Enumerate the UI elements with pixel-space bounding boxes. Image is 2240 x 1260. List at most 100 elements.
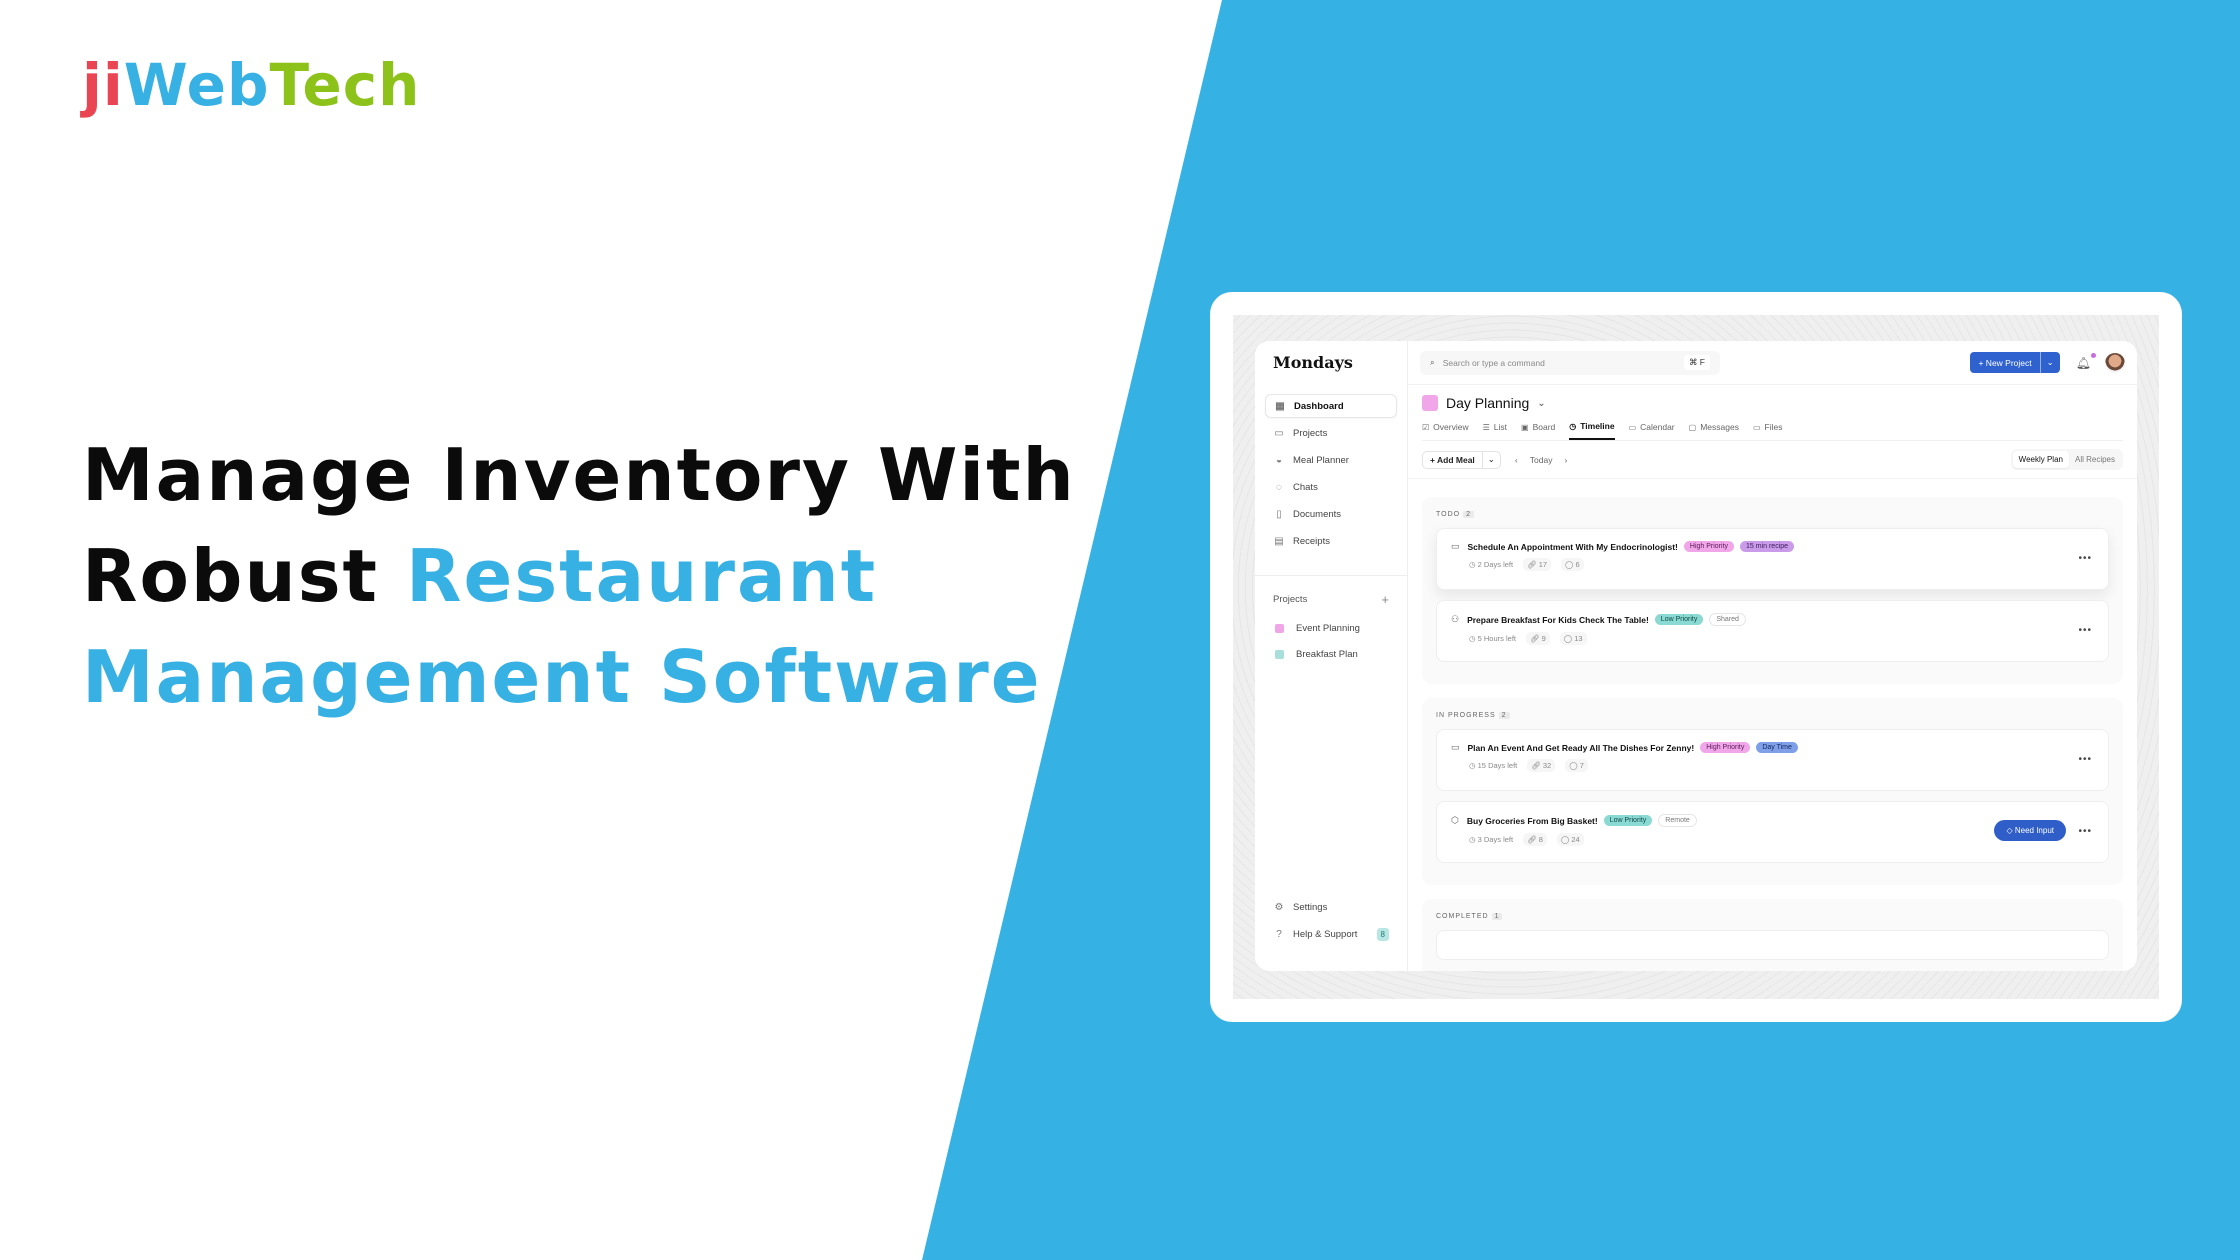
task-groups: TODO 2 ▭ Schedule An Appointment With My En…	[1408, 479, 2137, 971]
project-item[interactable]: Event Planning	[1265, 615, 1397, 641]
more-options-icon[interactable]: •••	[2078, 553, 2092, 564]
tab-label: List	[1493, 422, 1508, 432]
jiwebtech-logo: jiWebTech	[82, 56, 420, 114]
task-header: ▭ Plan An Event And Get Ready All The Dis…	[1451, 742, 2094, 753]
page-title-text: Day Planning	[1446, 395, 1530, 411]
all-recipes-toggle[interactable]: All Recipes	[2069, 451, 2121, 468]
project-item[interactable]: Breakfast Plan	[1265, 641, 1397, 667]
bell-icon[interactable]: 🔔︎	[2076, 352, 2096, 370]
logo-part-ji: ji	[82, 51, 124, 119]
task-card[interactable]: ▭ Schedule An Appointment With My Endocri…	[1436, 528, 2109, 590]
sidebar-item-meal-planner[interactable]: ◒ Meal Planner	[1265, 448, 1397, 472]
search-icon: ⌕	[1430, 357, 1435, 367]
page-header: Day Planning ⌄ ☑ Overview ☰ List ▣ Board ◷ Time…	[1408, 385, 2137, 441]
add-project-icon[interactable]: +	[1381, 592, 1389, 607]
sidebar-item-projects[interactable]: ▭ Projects	[1265, 421, 1397, 445]
tag-outline: Shared	[1709, 613, 1746, 626]
comments-count: ◯ 24	[1556, 833, 1584, 846]
search-input[interactable]: ⌕ Search or type a command ⌘ F	[1420, 350, 1720, 375]
sidebar-item-documents[interactable]: ▯ Documents	[1265, 502, 1397, 526]
more-options-icon[interactable]: •••	[2078, 754, 2092, 765]
receipt-icon: ▤	[1274, 535, 1284, 547]
new-project-button[interactable]: + New Project ⌄	[1970, 352, 2060, 373]
tab-calendar[interactable]: ▭ Calendar	[1629, 421, 1675, 440]
sidebar-item-receipts[interactable]: ▤ Receipts	[1265, 529, 1397, 553]
attachments-count: 🔗︎ 9	[1526, 632, 1550, 645]
add-meal-button[interactable]: + Add Meal ⌄	[1422, 450, 1501, 469]
due-text: 5 Hours left	[1477, 634, 1516, 643]
chevron-down-icon[interactable]: ⌄	[1483, 454, 1500, 465]
today-button[interactable]: Today	[1530, 455, 1553, 465]
weekly-plan-toggle[interactable]: Weekly Plan	[2012, 451, 2069, 468]
tab-overview[interactable]: ☑ Overview	[1422, 421, 1469, 440]
chevron-left-icon[interactable]: ‹	[1515, 455, 1518, 465]
group-title: IN PROGRESS 2	[1436, 712, 2109, 719]
projects-header: Projects +	[1265, 592, 1397, 607]
task-group: COMPLETED 1	[1422, 899, 2123, 971]
tab-files[interactable]: ▭ Files	[1753, 421, 1783, 440]
more-options-icon[interactable]: •••	[2078, 826, 2092, 837]
due-time: ◷ 15 Days left	[1469, 761, 1517, 770]
sidebar-item-chats[interactable]: ◌ Chats	[1265, 475, 1397, 499]
task-title[interactable]: Prepare Breakfast For Kids Check The Tab…	[1467, 615, 1649, 625]
new-project-label[interactable]: + New Project	[1970, 352, 2041, 373]
comments-count: ◯ 6	[1561, 558, 1584, 571]
task-title[interactable]: Plan An Event And Get Ready All The Dish…	[1468, 743, 1695, 753]
sidebar-item-label: Receipts	[1293, 535, 1330, 547]
task-card[interactable]	[1436, 930, 2109, 960]
more-options-icon[interactable]: •••	[2078, 625, 2092, 636]
tag-low: Low Priority	[1603, 815, 1653, 826]
need-input-button[interactable]: ◇ Need Input	[1994, 820, 2066, 841]
project-color-swatch	[1275, 649, 1284, 659]
due-time: ◷ 2 Days left	[1469, 560, 1513, 569]
task-card[interactable]: ▭ Plan An Event And Get Ready All The Dis…	[1436, 729, 2109, 791]
page-title[interactable]: Day Planning ⌄	[1422, 395, 2123, 411]
tab-icon: ▣	[1521, 422, 1529, 432]
tab-board[interactable]: ▣ Board	[1521, 421, 1555, 440]
tag-day: Day Time	[1756, 742, 1798, 753]
links-value: 32	[1542, 761, 1552, 770]
task-card[interactable]: ⬡ Buy Groceries From Big Basket! Low Prior…	[1436, 801, 2109, 863]
sidebar-item-settings[interactable]: ⚙ Settings	[1265, 895, 1397, 919]
task-meta: ◷ 15 Days left 🔗︎ 32 ◯ 7	[1469, 759, 2094, 772]
group-count: 1	[1491, 913, 1503, 920]
sidebar-item-label: Chats	[1293, 481, 1318, 493]
clock-icon: ◷	[1469, 835, 1478, 844]
screenshot-backdrop: Mondays ▦ Dashboard ▭ Projects ◒ Meal Planner…	[1233, 315, 2159, 999]
task-type-icon: ⚇	[1451, 614, 1460, 624]
headline-accent: Restaurant	[406, 534, 878, 618]
gear-icon: ⚙	[1274, 901, 1284, 913]
links-value: 8	[1538, 835, 1543, 844]
date-navigation: ‹ Today ›	[1515, 455, 1567, 465]
calendar-icon: ▭	[1274, 427, 1284, 439]
task-header: ⚇ Prepare Breakfast For Kids Check The Ta…	[1451, 613, 2094, 626]
search-placeholder: Search or type a command	[1442, 357, 1545, 368]
need-input-label: Need Input	[2014, 826, 2054, 835]
chevron-down-icon[interactable]: ⌄	[1537, 398, 1545, 409]
tab-timeline[interactable]: ◷ Timeline	[1569, 421, 1615, 440]
headline: Manage Inventory With Robust Restaurant …	[82, 425, 1076, 728]
add-meal-label[interactable]: + Add Meal	[1423, 451, 1483, 468]
chevron-down-icon[interactable]: ⌄	[2041, 357, 2060, 368]
task-title[interactable]: Schedule An Appointment With My Endocrin…	[1468, 542, 1678, 552]
view-tabs: ☑ Overview ☰ List ▣ Board ◷ Timeline ▭ Calendar ▢ M…	[1422, 421, 2123, 441]
task-card[interactable]: ⚇ Prepare Breakfast For Kids Check The Ta…	[1436, 600, 2109, 662]
group-title-text: COMPLETED	[1436, 913, 1489, 920]
help-badge: 8	[1376, 927, 1389, 941]
notification-dot	[2091, 352, 2096, 358]
comments-count: ◯ 13	[1559, 632, 1587, 645]
headline-line-2: Robust Restaurant	[82, 526, 1076, 627]
comments-count: ◯ 7	[1565, 759, 1588, 772]
sidebar-item-dashboard[interactable]: ▦ Dashboard	[1265, 394, 1397, 418]
task-title[interactable]: Buy Groceries From Big Basket!	[1467, 816, 1598, 826]
comment-icon: ◯	[1563, 634, 1575, 643]
chevron-right-icon[interactable]: ›	[1564, 455, 1567, 465]
avatar[interactable]	[2105, 352, 2125, 373]
logo-part-web: Web	[123, 51, 270, 119]
tab-messages[interactable]: ▢ Messages	[1689, 421, 1739, 440]
tab-icon: ▭	[1628, 422, 1637, 432]
app-brand: Mondays	[1273, 353, 1353, 372]
sidebar-item-help[interactable]: ? Help & Support 8	[1265, 922, 1397, 946]
tab-list[interactable]: ☰ List	[1483, 421, 1507, 440]
group-title-text: TODO	[1436, 511, 1461, 518]
